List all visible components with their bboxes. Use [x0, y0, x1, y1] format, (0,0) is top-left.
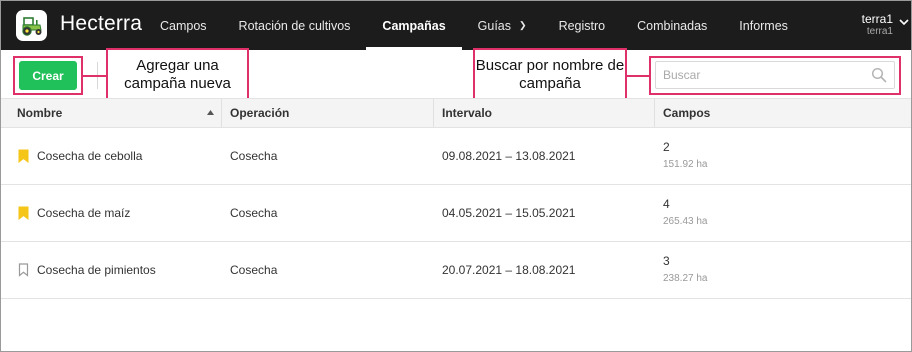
user-name: terra1 [861, 12, 893, 26]
fields-area: 238.27 ha [663, 273, 708, 284]
nav-item-combinadas[interactable]: Combinadas [621, 1, 723, 50]
search-callout: Buscar por nombre de campaña [473, 48, 627, 101]
bookmark-filled-icon[interactable] [18, 206, 29, 220]
campaign-name: Cosecha de cebolla [37, 149, 143, 163]
operation-cell: Cosecha [230, 149, 278, 163]
table-header: Nombre Operación Intervalo Campos [1, 98, 911, 128]
campaign-name-cell: Cosecha de cebolla [18, 128, 142, 184]
nav-item-guias[interactable]: Guías ❯ [462, 1, 543, 50]
nav-item-rotacion-de-cultivos[interactable]: Rotación de cultivos [223, 1, 367, 50]
interval-cell: 09.08.2021 – 13.08.2021 [442, 149, 576, 163]
search-icon[interactable] [871, 67, 887, 83]
column-label: Operación [230, 106, 290, 120]
app-window: Hecterra Campos Rotación de cultivos Cam… [0, 0, 912, 352]
bookmark-filled-icon[interactable] [18, 149, 29, 163]
fields-area: 265.43 ha [663, 216, 708, 227]
interval-cell: 20.07.2021 – 18.08.2021 [442, 263, 576, 277]
search-input[interactable] [656, 62, 866, 88]
interval-cell: 04.05.2021 – 15.05.2021 [442, 206, 576, 220]
nav-item-label: Informes [739, 18, 788, 33]
fields-cell: 3 238.27 ha [663, 242, 708, 298]
bookmark-outline-icon[interactable] [18, 263, 29, 277]
nav-item-registro[interactable]: Registro [543, 1, 622, 50]
nav-item-label: Guías [477, 18, 512, 33]
fields-area: 151.92 ha [663, 159, 708, 170]
column-label: Nombre [17, 106, 63, 120]
table-row[interactable]: Cosecha de pimientos Cosecha 20.07.2021 … [1, 242, 911, 299]
main-nav: Campos Rotación de cultivos Campañas Guí… [144, 1, 804, 50]
campaign-name-cell: Cosecha de pimientos [18, 242, 156, 298]
sort-asc-icon[interactable] [207, 110, 214, 115]
create-button-highlight [13, 56, 83, 95]
callout-connector [627, 75, 649, 77]
nav-item-label: Combinadas [637, 18, 708, 33]
table-row[interactable]: Cosecha de maíz Cosecha 04.05.2021 – 15.… [1, 185, 911, 242]
user-menu[interactable]: terra1 terra1 [861, 12, 909, 38]
column-header-operacion[interactable]: Operación [222, 99, 434, 127]
fields-count: 2 [663, 140, 670, 154]
nav-item-campos[interactable]: Campos [144, 1, 223, 50]
top-nav-bar: Hecterra Campos Rotación de cultivos Cam… [1, 1, 911, 50]
nav-item-label: Rotación de cultivos [238, 18, 351, 33]
nav-item-informes[interactable]: Informes [723, 1, 804, 50]
create-callout: Agregar una campaña nueva [106, 48, 249, 101]
column-label: Campos [663, 106, 711, 120]
column-label: Intervalo [442, 106, 493, 120]
search-box [655, 61, 895, 89]
nav-item-label: Campañas [382, 18, 446, 33]
nav-item-campanas[interactable]: Campañas [366, 1, 462, 50]
tractor-icon[interactable] [16, 10, 47, 41]
callout-connector [83, 75, 106, 77]
campaign-name: Cosecha de pimientos [37, 263, 156, 277]
user-account: terra1 [866, 26, 893, 37]
column-header-intervalo[interactable]: Intervalo [434, 99, 655, 127]
nav-item-label: Registro [558, 18, 606, 33]
fields-cell: 4 265.43 ha [663, 185, 708, 241]
column-header-campos[interactable]: Campos [655, 99, 911, 127]
table-row[interactable]: Cosecha de cebolla Cosecha 09.08.2021 – … [1, 128, 911, 185]
brand-name: Hecterra [60, 12, 143, 35]
campaign-name-cell: Cosecha de maíz [18, 185, 130, 241]
fields-cell: 2 151.92 ha [663, 128, 708, 184]
campaign-name: Cosecha de maíz [37, 206, 131, 220]
fields-count: 3 [663, 254, 670, 268]
nav-item-label: Campos [160, 18, 207, 33]
column-header-nombre[interactable]: Nombre [1, 99, 222, 127]
operation-cell: Cosecha [230, 263, 278, 277]
operation-cell: Cosecha [230, 206, 278, 220]
chevron-down-icon [899, 19, 909, 26]
fields-count: 4 [663, 197, 670, 211]
chevron-down-icon: ❯ [519, 20, 527, 30]
